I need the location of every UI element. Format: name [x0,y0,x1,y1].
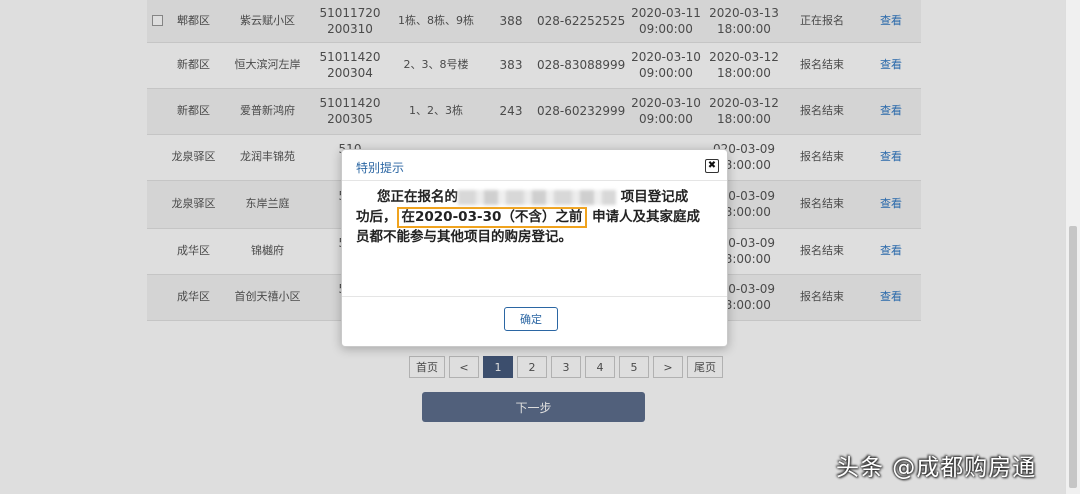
message-line3: 员都不能参与其他项目的购房登记。 [356,229,572,245]
notice-dialog: 特别提示 ✖ 您正在报名的 项目登记成 功后， 在2020-03-30（不含）之前… [341,149,728,347]
scrollbar-thumb[interactable] [1069,226,1077,488]
message-line1-prefix: 您正在报名的 [377,189,458,205]
dialog-header-divider [342,180,727,181]
message-line2-suffix: 申请人及其家庭成 [592,209,701,225]
message-line2-prefix: 功后， [356,209,397,225]
watermark: 头条 @成都购房通 [836,455,1037,481]
page-scrollbar[interactable] [1065,0,1080,494]
close-icon[interactable]: ✖ [705,159,719,173]
dialog-footer-divider [342,296,727,297]
dialog-title: 特别提示 [356,161,405,175]
confirm-button[interactable]: 确定 [504,307,558,331]
message-line1-suffix: 项目登记成 [620,189,689,205]
deadline-highlight: 在2020-03-30（不含）之前 [396,207,588,228]
redacted-project-name [458,189,616,205]
dialog-message: 您正在报名的 项目登记成 功后， 在2020-03-30（不含）之前 申请人及其家… [356,188,716,247]
